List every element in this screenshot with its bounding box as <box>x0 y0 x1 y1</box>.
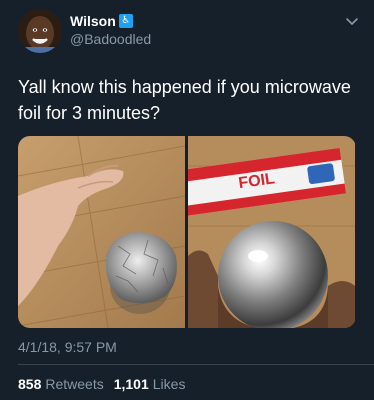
avatar[interactable] <box>18 9 62 53</box>
chevron-down-icon[interactable] <box>344 13 360 29</box>
display-name[interactable]: Wilson <box>70 13 116 29</box>
timestamp[interactable]: 4/1/18, 9:57 PM <box>18 339 117 355</box>
retweets-count: 858 <box>18 376 42 392</box>
user-handle[interactable]: @Badoodled <box>70 31 151 47</box>
divider <box>18 364 374 365</box>
photo-right[interactable]: FOIL <box>188 136 355 328</box>
media-grid: FOIL <box>18 136 356 328</box>
likes-count: 1,101 <box>113 376 149 392</box>
name-row: Wilson ♿ <box>70 13 133 29</box>
likes-label: Likes <box>152 376 186 392</box>
retweets-label: Retweets <box>45 376 104 392</box>
likes-stat[interactable]: 1,101 Likes <box>114 376 186 392</box>
engagement-stats: 858 Retweets 1,101 Likes <box>18 376 191 392</box>
photo-left[interactable] <box>18 136 185 328</box>
wheelchair-icon: ♿ <box>118 14 133 28</box>
tweet-text: Yall know this happened if you microwave… <box>18 77 351 123</box>
tweet-card: Wilson ♿ @Badoodled Yall know this happe… <box>0 0 374 400</box>
retweets-stat[interactable]: 858 Retweets <box>18 376 104 392</box>
